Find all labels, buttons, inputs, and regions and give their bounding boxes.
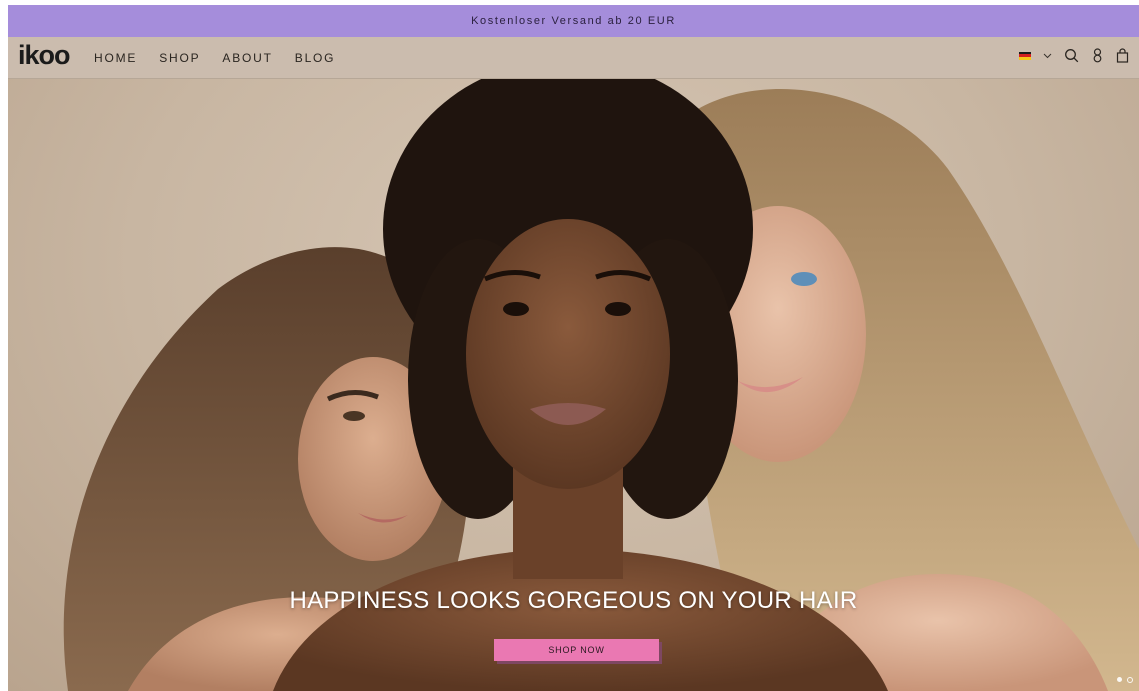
main-navigation: ikoo HOME SHOP ABOUT BLOG (8, 37, 1139, 79)
announcement-bar: Kostenloser Versand ab 20 EUR (8, 5, 1139, 37)
page-frame: Kostenloser Versand ab 20 EUR ikoo HOME … (8, 5, 1139, 691)
ikoo-logo[interactable]: ikoo (18, 40, 71, 71)
hero-headline: HAPPINESS LOOKS GORGEOUS ON YOUR HAIR (289, 587, 858, 614)
menu-item-shop[interactable]: SHOP (159, 51, 200, 65)
slide-dot-2[interactable] (1127, 677, 1133, 683)
menu-item-home[interactable]: HOME (94, 51, 137, 65)
chevron-down-icon[interactable] (1043, 51, 1052, 60)
announcement-text: Kostenloser Versand ab 20 EUR (471, 15, 676, 27)
bag-icon[interactable] (1116, 48, 1129, 63)
main-menu: HOME SHOP ABOUT BLOG (94, 51, 335, 65)
shop-now-button[interactable]: SHOP NOW (494, 639, 659, 661)
search-icon[interactable] (1064, 48, 1079, 63)
german-flag-icon[interactable] (1019, 51, 1031, 60)
menu-item-about[interactable]: ABOUT (222, 51, 272, 65)
menu-item-blog[interactable]: BLOG (295, 51, 336, 65)
account-icon[interactable] (1091, 48, 1104, 63)
hero-banner: HAPPINESS LOOKS GORGEOUS ON YOUR HAIR SH… (8, 79, 1139, 691)
header-actions (1019, 48, 1129, 63)
slide-dot-1[interactable] (1117, 677, 1122, 682)
slider-dots (1117, 677, 1133, 683)
